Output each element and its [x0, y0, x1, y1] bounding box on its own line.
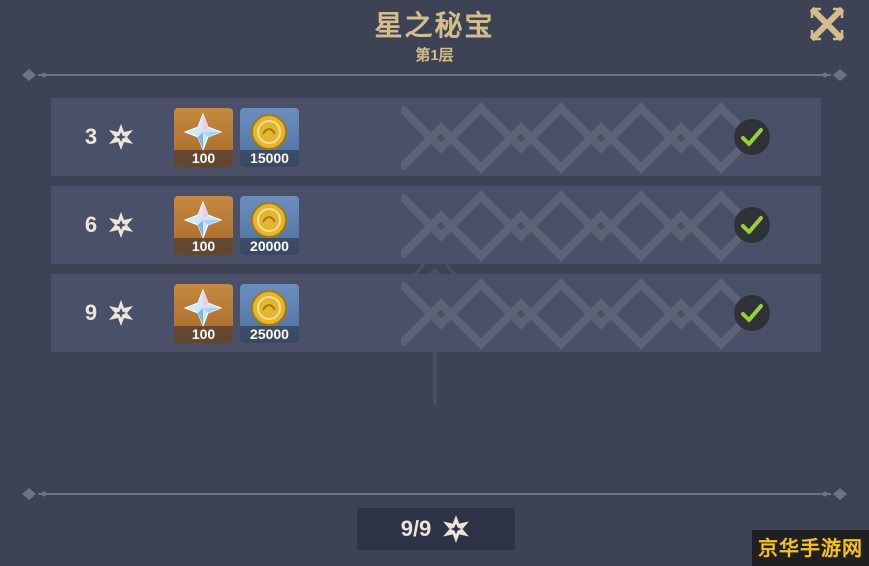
primogem-icon [183, 112, 223, 152]
reward-row: 6 100 20000 [51, 186, 821, 264]
abyss-star-icon [109, 124, 133, 150]
row-pattern [401, 102, 761, 174]
star-requirement: 3 [81, 122, 141, 152]
mora-coin-icon [251, 202, 287, 238]
abyss-star-icon [443, 515, 470, 543]
item-count: 15000 [240, 150, 299, 167]
star-requirement: 9 [81, 298, 141, 328]
reward-items: 100 20000 [174, 196, 299, 255]
item-count: 25000 [240, 326, 299, 343]
mora-coin-icon [251, 114, 287, 150]
site-watermark: 京华手游网 [752, 530, 869, 566]
row-pattern [401, 190, 761, 262]
abyss-star-icon [109, 300, 133, 326]
abyss-star-icon [109, 212, 133, 238]
item-count: 100 [174, 150, 233, 167]
close-icon[interactable] [809, 6, 845, 42]
star-progress-text: 9/9 [400, 516, 432, 541]
item-count: 100 [174, 326, 233, 343]
star-requirement: 6 [81, 210, 141, 240]
mora-coin-icon [251, 290, 287, 326]
claimed-check-icon [734, 119, 770, 155]
bottom-divider [22, 488, 847, 500]
item-count: 20000 [240, 238, 299, 255]
reward-items: 100 25000 [174, 284, 299, 343]
reward-item[interactable]: 100 [174, 108, 233, 167]
reward-row: 3 100 15000 [51, 98, 821, 176]
reward-item[interactable]: 15000 [240, 108, 299, 167]
primogem-icon [183, 200, 223, 240]
row-pattern [401, 278, 761, 350]
floor-subtitle: 第1层 [415, 47, 454, 64]
reward-item[interactable]: 20000 [240, 196, 299, 255]
star-progress: 9/9 [357, 508, 515, 550]
reward-item[interactable]: 100 [174, 196, 233, 255]
item-count: 100 [174, 238, 233, 255]
claimed-check-icon [734, 207, 770, 243]
primogem-icon [183, 288, 223, 328]
reward-item[interactable]: 100 [174, 284, 233, 343]
claimed-check-icon [734, 295, 770, 331]
top-divider [22, 69, 847, 81]
required-stars: 9 [84, 300, 98, 325]
reward-list: 3 100 15000 6 100 20000 9 100 25000 [51, 98, 821, 362]
reward-items: 100 15000 [174, 108, 299, 167]
reward-item[interactable]: 25000 [240, 284, 299, 343]
required-stars: 3 [84, 124, 98, 149]
required-stars: 6 [84, 212, 98, 237]
reward-row: 9 100 25000 [51, 274, 821, 352]
page-title: 星之秘宝 [374, 10, 495, 41]
